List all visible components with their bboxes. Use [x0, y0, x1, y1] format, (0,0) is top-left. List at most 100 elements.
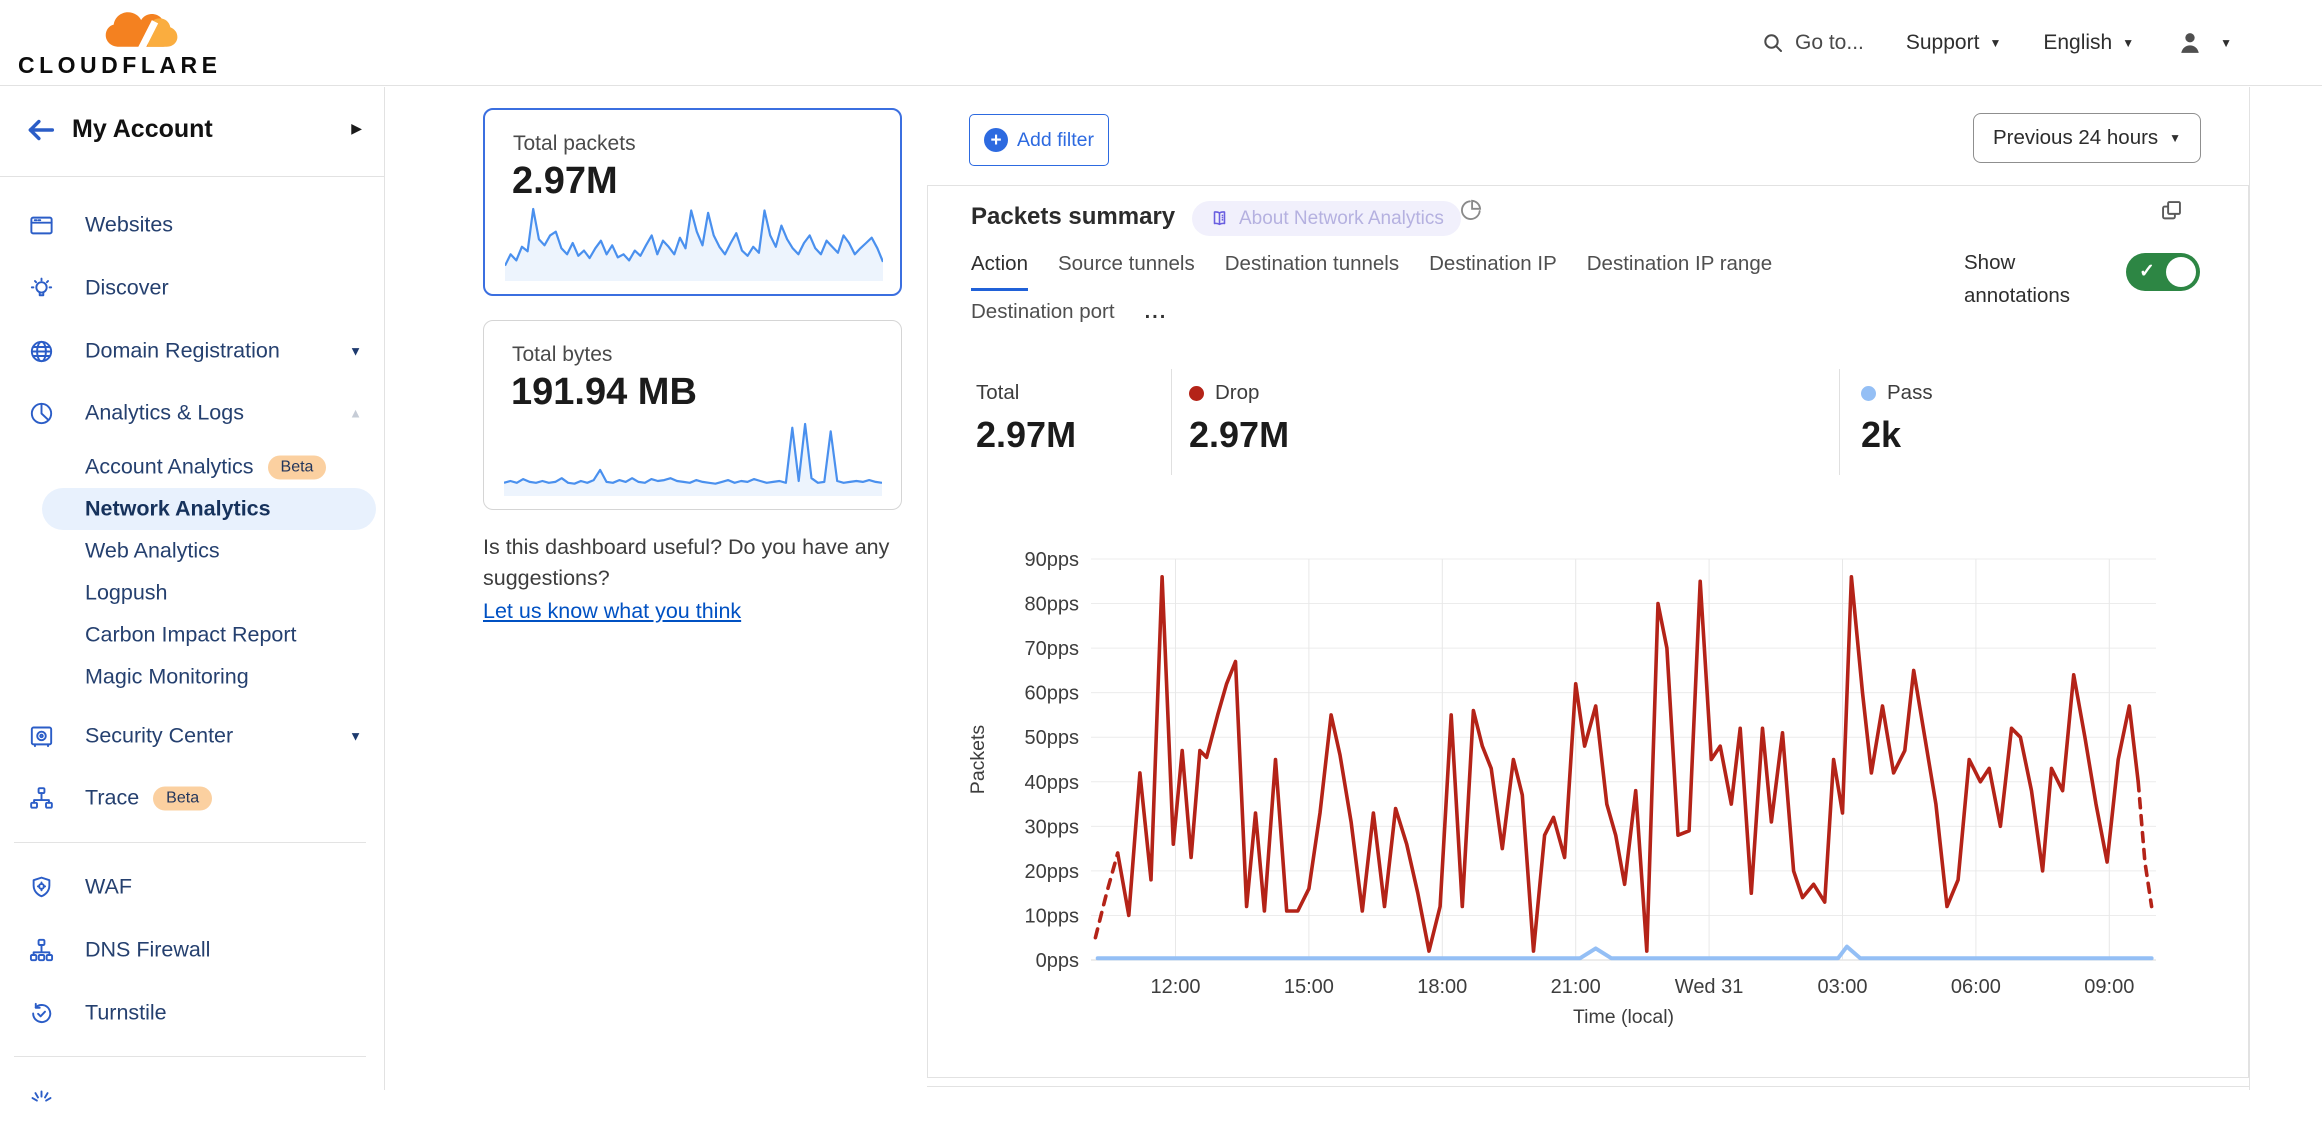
- refresh-check-icon: [28, 1000, 55, 1027]
- tab-destination-tunnels[interactable]: Destination tunnels: [1225, 252, 1399, 291]
- about-network-analytics-badge[interactable]: About Network Analytics: [1192, 201, 1461, 236]
- plus-icon: +: [984, 128, 1008, 152]
- sidebar-item-domain-registration[interactable]: Domain Registration ▼: [0, 329, 384, 373]
- sidebar-item-discover[interactable]: Discover: [0, 266, 384, 310]
- sidebar-item-label: Security Center: [85, 724, 233, 749]
- shield-gear-icon: [28, 874, 55, 901]
- cloudflare-logo[interactable]: CLOUDFLARE: [18, 4, 198, 82]
- svg-text:80pps: 80pps: [1025, 594, 1080, 616]
- sidebar-item-trace[interactable]: TraceBeta: [0, 776, 384, 820]
- account-header: My Account ▶: [0, 87, 384, 177]
- sidebar-item-waf[interactable]: WAF: [0, 865, 384, 909]
- expand-panel-icon[interactable]: [2158, 197, 2185, 224]
- sidebar-item-label: Magic Monitoring: [85, 665, 249, 690]
- tab-source-tunnels[interactable]: Source tunnels: [1058, 252, 1195, 291]
- support-menu[interactable]: Support ▼: [1906, 31, 2001, 55]
- next-panel-top-border: [927, 1086, 2249, 1087]
- show-annotations-toggle[interactable]: ✓: [2126, 253, 2200, 291]
- back-arrow-icon[interactable]: [24, 113, 58, 147]
- dns-tree-icon: [28, 937, 55, 964]
- sidebar-item-web-analytics[interactable]: Web Analytics: [42, 530, 376, 572]
- sidebar-item-turnstile[interactable]: Turnstile: [0, 991, 384, 1035]
- sidebar-item-websites[interactable]: Websites: [0, 203, 384, 247]
- card-title: Total bytes: [512, 343, 612, 367]
- chevron-right-icon[interactable]: ▶: [351, 120, 362, 137]
- sidebar-item-partial[interactable]: [0, 1078, 384, 1122]
- go-to-label: Go to...: [1795, 31, 1864, 55]
- sidebar-item-analytics-logs[interactable]: Analytics & Logs ▲: [0, 391, 384, 435]
- tab-destination-ip[interactable]: Destination IP: [1429, 252, 1557, 291]
- sidebar-item-account-analytics[interactable]: Account Analytics Beta: [42, 446, 376, 488]
- user-icon: [2176, 29, 2204, 57]
- sidebar-item-label: Web Analytics: [85, 539, 220, 564]
- tab-action[interactable]: Action: [971, 252, 1028, 291]
- svg-text:20pps: 20pps: [1025, 861, 1080, 883]
- show-annotations-label: Show annotations: [1964, 246, 2124, 312]
- sidebar: My Account ▶ Websites Discover Domain Re…: [0, 87, 385, 1090]
- sidebar-item-label: Network Analytics: [85, 497, 271, 522]
- chevron-down-icon: ▼: [2220, 37, 2232, 49]
- tab-destination-port[interactable]: Destination port: [971, 300, 1115, 336]
- chevron-down-icon: ▼: [349, 344, 362, 359]
- add-filter-button[interactable]: + Add filter: [969, 114, 1109, 166]
- svg-text:Wed 31: Wed 31: [1675, 976, 1744, 998]
- sidebar-item-carbon-impact-report[interactable]: Carbon Impact Report: [42, 614, 376, 656]
- language-label: English: [2043, 31, 2112, 55]
- time-range-dropdown[interactable]: Previous 24 hours ▼: [1973, 113, 2201, 163]
- chevron-down-icon: ▼: [349, 729, 362, 744]
- global-search[interactable]: Go to...: [1761, 31, 1864, 55]
- language-menu[interactable]: English ▼: [2043, 31, 2134, 55]
- packets-summary-panel: Packets summary About Network Analytics …: [927, 185, 2249, 1078]
- sidebar-item-magic-monitoring[interactable]: Magic Monitoring: [42, 656, 376, 698]
- network-tree-icon: [28, 785, 55, 812]
- feedback-link[interactable]: Let us know what you think: [483, 596, 741, 627]
- pass-legend-dot: [1861, 386, 1876, 401]
- svg-text:06:00: 06:00: [1951, 976, 2001, 998]
- sidebar-divider: [14, 1056, 366, 1057]
- svg-text:03:00: 03:00: [1817, 976, 1867, 998]
- stat-label: Drop: [1215, 381, 1259, 405]
- top-navbar: CLOUDFLARE Go to... Support ▼ English ▼ …: [0, 0, 2322, 86]
- cloudflare-wordmark: CLOUDFLARE: [18, 52, 221, 79]
- stat-label: Pass: [1887, 381, 1933, 405]
- card-value: 191.94 MB: [511, 371, 697, 414]
- add-filter-label: Add filter: [1017, 129, 1094, 152]
- svg-text:10pps: 10pps: [1025, 905, 1080, 927]
- check-icon: ✓: [2139, 260, 2155, 283]
- total-packets-sparkline: [505, 203, 883, 281]
- stat-pass: Pass 2k: [1861, 381, 1933, 456]
- browser-window-icon: [28, 212, 55, 239]
- sidebar-item-label: WAF: [85, 875, 132, 900]
- sidebar-item-security-center[interactable]: Security Center ▼: [0, 714, 384, 758]
- sidebar-item-label: Discover: [85, 276, 169, 301]
- sidebar-item-label: Analytics & Logs: [85, 401, 244, 426]
- svg-text:Packets: Packets: [967, 725, 989, 795]
- account-menu[interactable]: ▼: [2176, 29, 2232, 57]
- safe-icon: [28, 723, 55, 750]
- toggle-knob: [2166, 257, 2196, 287]
- stat-value: 2k: [1861, 414, 1933, 456]
- svg-text:40pps: 40pps: [1025, 772, 1080, 794]
- sidebar-item-label: DNS Firewall: [85, 938, 210, 963]
- data-freshness-pie-icon[interactable]: [1458, 197, 1484, 223]
- card-value: 2.97M: [512, 160, 618, 203]
- stat-divider: [1171, 369, 1172, 475]
- stat-drop: Drop 2.97M: [1189, 381, 1289, 456]
- sidebar-item-dns-firewall[interactable]: DNS Firewall: [0, 928, 384, 972]
- sidebar-item-label: Trace: [85, 786, 139, 810]
- total-bytes-card[interactable]: Total bytes 191.94 MB: [483, 320, 902, 510]
- sidebar-item-label: Account Analytics: [85, 455, 254, 479]
- tab-destination-ip-range[interactable]: Destination IP range: [1587, 252, 1772, 291]
- total-packets-card[interactable]: Total packets 2.97M: [483, 108, 902, 296]
- sidebar-item-label: Logpush: [85, 581, 168, 606]
- feedback-block: Is this dashboard useful? Do you have an…: [483, 532, 928, 627]
- svg-text:0pps: 0pps: [1036, 950, 1079, 972]
- sidebar-item-network-analytics[interactable]: Network Analytics: [42, 488, 376, 530]
- beta-badge: Beta: [268, 456, 327, 480]
- account-title[interactable]: My Account: [72, 115, 213, 144]
- globe-icon: [28, 338, 55, 365]
- sidebar-item-label: Carbon Impact Report: [85, 623, 297, 648]
- more-tabs-button[interactable]: ...: [1145, 301, 1168, 336]
- svg-text:30pps: 30pps: [1025, 816, 1080, 838]
- sidebar-item-logpush[interactable]: Logpush: [42, 572, 376, 614]
